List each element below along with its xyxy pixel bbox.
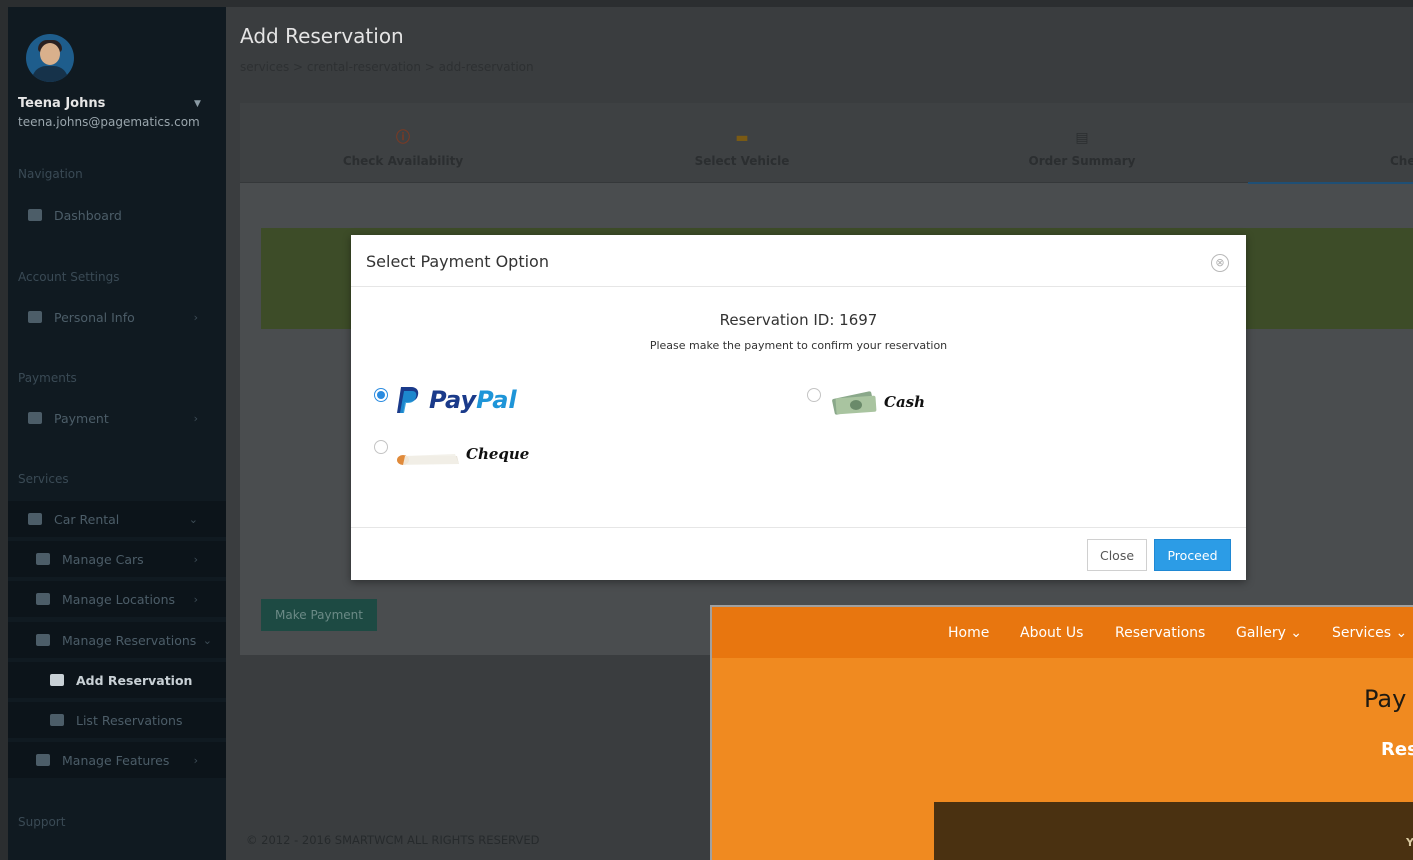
sidebar-item-car-rental[interactable]: Car Rental ⌄ xyxy=(8,501,226,537)
user-name: Teena Johns xyxy=(18,96,106,111)
book-icon xyxy=(28,311,42,323)
sidebar-item-manage-reservations[interactable]: Manage Reservations ⌄ xyxy=(8,622,226,658)
wizard-steps: ⓘ Check Availability ▬ Select Vehicle ▤ … xyxy=(240,103,1413,184)
payment-site-window: Home About Us Reservations Gallery ⌄ Ser… xyxy=(710,605,1413,860)
sidebar-item-label: Car Rental xyxy=(54,511,120,527)
page-title: Add Reservation xyxy=(240,24,404,48)
cash-radio[interactable] xyxy=(807,388,821,402)
sidebar-item-label: Manage Features xyxy=(62,752,170,768)
footer-copyright: © 2012 - 2016 SMARTWCM ALL RIGHTS RESERV… xyxy=(246,833,540,847)
step-select-vehicle[interactable]: ▬ Select Vehicle xyxy=(642,129,842,168)
step-check-availability[interactable]: ⓘ Check Availability xyxy=(303,129,503,168)
make-payment-button[interactable]: Make Payment xyxy=(261,599,377,631)
step-label: Select Vehicle xyxy=(694,154,790,168)
proceed-button[interactable]: Proceed xyxy=(1154,539,1231,571)
site-content-box: Y xyxy=(934,802,1413,860)
active-step-indicator xyxy=(1248,182,1413,184)
site-nav-home[interactable]: Home xyxy=(948,625,989,641)
step-checkout[interactable]: • Che xyxy=(1390,129,1413,168)
car-icon xyxy=(36,553,50,565)
site-nav: Home About Us Reservations Gallery ⌄ Ser… xyxy=(712,607,1413,658)
paypal-logo[interactable]: PayPal xyxy=(395,386,517,414)
sidebar-item-label: Personal Info xyxy=(54,309,135,325)
chevron-right-icon: › xyxy=(193,310,198,324)
clipboard-icon: ▤ xyxy=(1075,130,1089,146)
map-icon xyxy=(36,593,50,605)
chevron-down-icon: ⌄ xyxy=(202,633,212,647)
sidebar-item-payment[interactable]: Payment › xyxy=(8,400,226,436)
sidebar-item-label: Manage Reservations xyxy=(62,632,197,648)
sidebar-item-label: Manage Cars xyxy=(62,551,144,567)
step-label: Che xyxy=(1390,154,1413,168)
sidebar: Teena Johns ▼ teena.johns@pagematics.com… xyxy=(8,7,226,860)
chevron-right-icon: › xyxy=(193,552,198,566)
modal-footer: Close Proceed xyxy=(351,527,1246,580)
step-label: Check Availability xyxy=(342,154,464,168)
chevron-down-icon: ⌄ xyxy=(188,512,198,526)
cheque-radio[interactable] xyxy=(374,440,388,454)
chevron-right-icon: › xyxy=(193,753,198,767)
car-icon xyxy=(28,513,42,525)
paypal-pal-text: Pal xyxy=(476,386,517,414)
chevron-right-icon: › xyxy=(193,411,198,425)
avatar[interactable] xyxy=(26,34,74,82)
modal-title: Select Payment Option xyxy=(366,252,549,271)
nav-section-services: Services xyxy=(18,472,69,486)
edit-icon xyxy=(50,674,64,686)
cash-icon xyxy=(832,391,877,415)
close-icon[interactable]: ⊗ xyxy=(1211,254,1229,272)
sidebar-item-label: Payment xyxy=(54,410,109,426)
nav-section-navigation: Navigation xyxy=(18,167,83,181)
chevron-right-icon: › xyxy=(193,592,198,606)
modal-header: Select Payment Option ⊗ xyxy=(351,235,1246,287)
user-email: teena.johns@pagematics.com xyxy=(18,115,200,129)
tags-icon xyxy=(36,754,50,766)
site-nav-services[interactable]: Services ⌄ xyxy=(1332,625,1407,641)
site-nav-reservations[interactable]: Reservations xyxy=(1115,625,1205,641)
paypal-wordmark: PayPal xyxy=(429,386,517,414)
sidebar-item-add-reservation[interactable]: Add Reservation xyxy=(8,662,226,698)
info-icon: ⓘ xyxy=(396,130,410,146)
payment-note: Please make the payment to confirm your … xyxy=(649,339,948,352)
sidebar-item-label: List Reservations xyxy=(76,712,183,728)
cheque-label[interactable]: Cheque xyxy=(466,445,529,463)
site-subheading: Res xyxy=(1381,739,1413,760)
sidebar-item-label: Manage Locations xyxy=(62,591,176,607)
nav-section-payments: Payments xyxy=(18,371,77,385)
cash-label[interactable]: Cash xyxy=(884,393,925,411)
close-button[interactable]: Close xyxy=(1087,539,1147,571)
sidebar-item-manage-features[interactable]: Manage Features › xyxy=(8,742,226,778)
reservation-id: Reservation ID: 1697 xyxy=(719,311,878,329)
list-icon xyxy=(50,714,64,726)
paypal-radio[interactable] xyxy=(374,388,388,402)
caret-down-icon[interactable]: ▼ xyxy=(194,99,201,109)
site-nav-about[interactable]: About Us xyxy=(1020,625,1083,641)
breadcrumb[interactable]: services > crental-reservation > add-res… xyxy=(240,60,534,74)
cheque-icon xyxy=(397,454,459,465)
step-label: Order Summary xyxy=(1028,154,1136,168)
step-order-summary[interactable]: ▤ Order Summary xyxy=(982,129,1182,168)
paypal-icon xyxy=(397,387,419,413)
payment-modal: Select Payment Option ⊗ Reservation ID: … xyxy=(351,235,1246,580)
sidebar-item-personal-info[interactable]: Personal Info › xyxy=(8,299,226,335)
nav-section-support: Support xyxy=(18,815,66,829)
car-icon: ▬ xyxy=(735,130,749,146)
paypal-pay-text: Pay xyxy=(429,386,477,414)
site-nav-gallery[interactable]: Gallery ⌄ xyxy=(1236,625,1302,641)
site-heading: Pay xyxy=(1364,685,1407,713)
site-box-text: Y xyxy=(1406,836,1413,849)
sidebar-item-dashboard[interactable]: Dashboard xyxy=(8,197,226,233)
database-icon xyxy=(28,412,42,424)
sidebar-item-label: Add Reservation xyxy=(76,672,193,688)
sidebar-item-label: Dashboard xyxy=(54,207,122,223)
home-icon xyxy=(28,209,42,221)
sidebar-item-list-reservations[interactable]: List Reservations xyxy=(8,702,226,738)
road-icon xyxy=(36,634,50,646)
nav-section-account-settings: Account Settings xyxy=(18,270,120,284)
sidebar-item-manage-cars[interactable]: Manage Cars › xyxy=(8,541,226,577)
sidebar-item-manage-locations[interactable]: Manage Locations › xyxy=(8,581,226,617)
